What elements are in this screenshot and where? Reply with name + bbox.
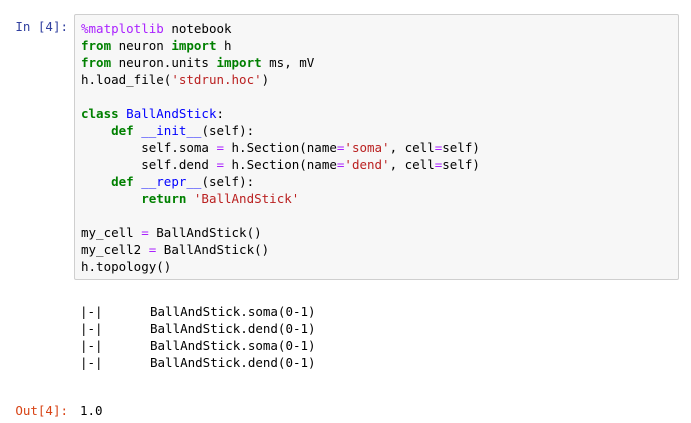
code-line: %matplotlib notebook bbox=[81, 20, 678, 37]
code-token: self) bbox=[442, 140, 480, 155]
code-token: from bbox=[81, 55, 112, 70]
code-token: h.Section(name bbox=[224, 157, 337, 172]
code-token: self.soma bbox=[81, 140, 217, 155]
code-token: = bbox=[216, 140, 224, 155]
code-token: neuron bbox=[111, 38, 172, 53]
code-token: 'BallAndStick' bbox=[193, 191, 300, 206]
code-line: from neuron.units import ms, mV bbox=[81, 54, 678, 71]
topology-bar: |-| bbox=[80, 304, 103, 319]
code-token: import bbox=[171, 38, 217, 53]
code-token: neuron.units bbox=[111, 55, 217, 70]
code-token: = bbox=[216, 157, 224, 172]
code-token: BallAndStick() bbox=[156, 242, 270, 257]
code-token: __repr__ bbox=[141, 174, 202, 189]
code-token: return bbox=[141, 191, 187, 206]
topology-section: BallAndStick.soma(0-1) bbox=[150, 304, 316, 319]
code-token: , cell bbox=[389, 140, 435, 155]
topology-section: BallAndStick.soma(0-1) bbox=[150, 338, 316, 353]
code-token: (self): bbox=[201, 174, 255, 189]
code-token: BallAndStick() bbox=[148, 225, 262, 240]
code-token: my_cell bbox=[81, 225, 142, 240]
code-token: ms, mV bbox=[261, 55, 315, 70]
code-line: def __init__(self): bbox=[81, 122, 678, 139]
code-token: 'stdrun.hoc' bbox=[171, 72, 262, 87]
code-token: %matplotlib bbox=[81, 21, 164, 36]
input-prompt: In [4]: bbox=[15, 19, 68, 34]
topology-row: |-| BallAndStick.dend(0-1) bbox=[80, 320, 316, 337]
code-token: h.load_file( bbox=[81, 72, 172, 87]
code-token: self.dend bbox=[81, 157, 217, 172]
code-line: def __repr__(self): bbox=[81, 173, 678, 190]
code-token: (self): bbox=[201, 123, 255, 138]
topology-section: BallAndStick.dend(0-1) bbox=[150, 321, 316, 336]
code-line: h.load_file('stdrun.hoc') bbox=[81, 71, 678, 88]
topology-row: |-| BallAndStick.dend(0-1) bbox=[80, 354, 316, 371]
code-line: class BallAndStick: bbox=[81, 105, 678, 122]
code-token: self) bbox=[442, 157, 480, 172]
topology-row: |-| BallAndStick.soma(0-1) bbox=[80, 303, 316, 320]
topology-section: BallAndStick.dend(0-1) bbox=[150, 355, 316, 370]
output-prompt: Out[4]: bbox=[15, 403, 68, 418]
code-token: = bbox=[141, 225, 149, 240]
code-token: 'dend' bbox=[344, 157, 390, 172]
code-token: ) bbox=[261, 72, 270, 87]
code-token: def bbox=[111, 123, 134, 138]
code-line: return 'BallAndStick' bbox=[81, 190, 678, 207]
code-line: self.dend = h.Section(name='dend', cell=… bbox=[81, 156, 678, 173]
code-token: 'soma' bbox=[344, 140, 390, 155]
execute-result: 1.0 bbox=[80, 403, 103, 418]
code-token: BallAndStick bbox=[126, 106, 217, 121]
code-token: h.Section(name bbox=[224, 140, 337, 155]
code-block[interactable]: %matplotlib notebook from neuron import h… bbox=[81, 20, 678, 275]
code-token: def bbox=[111, 174, 134, 189]
stream-output: |-| BallAndStick.soma(0-1) |-| BallAndStick… bbox=[80, 303, 316, 371]
code-token: my_cell2 bbox=[81, 242, 149, 257]
code-line: from neuron import h bbox=[81, 37, 678, 54]
code-token: import bbox=[216, 55, 262, 70]
code-token: h bbox=[216, 38, 232, 53]
code-token: notebook bbox=[163, 21, 232, 36]
code-token: h.topology() bbox=[81, 259, 172, 274]
code-line: my_cell2 = BallAndStick() bbox=[81, 241, 678, 258]
topology-bar: |-| bbox=[80, 355, 103, 370]
code-token: : bbox=[216, 106, 225, 121]
code-token: , cell bbox=[389, 157, 435, 172]
topology-bar: |-| bbox=[80, 338, 103, 353]
code-token: __init__ bbox=[141, 123, 202, 138]
topology-bar: |-| bbox=[80, 321, 103, 336]
code-token: from bbox=[81, 38, 112, 53]
code-cell-editor[interactable]: %matplotlib notebook from neuron import h… bbox=[74, 14, 679, 280]
code-line: my_cell = BallAndStick() bbox=[81, 224, 678, 241]
code-line: self.soma = h.Section(name='soma', cell=… bbox=[81, 139, 678, 156]
code-token: class bbox=[81, 106, 119, 121]
topology-row: |-| BallAndStick.soma(0-1) bbox=[80, 337, 316, 354]
code-line: h.topology() bbox=[81, 258, 678, 275]
